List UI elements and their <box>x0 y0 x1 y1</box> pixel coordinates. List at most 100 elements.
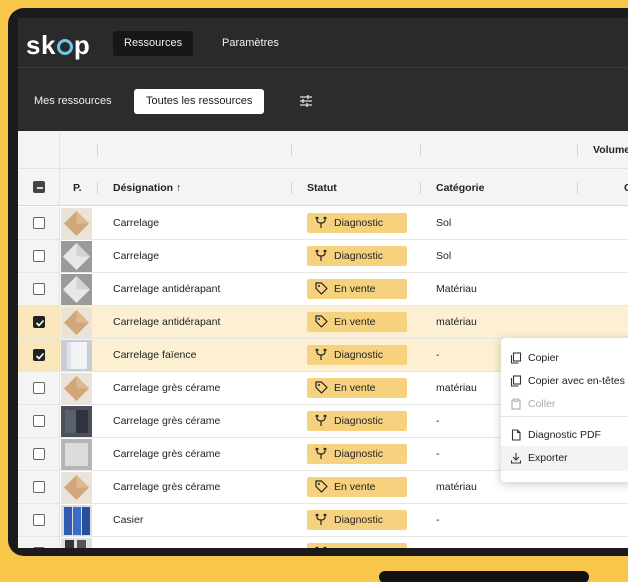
row-checkbox[interactable] <box>33 448 45 460</box>
app-screen: sk p Ressources Paramètres Mes ressources… <box>18 18 628 548</box>
home-indicator <box>379 571 589 582</box>
row-checkbox[interactable] <box>33 250 45 262</box>
cell-designation: Carrelage faïence <box>113 349 197 361</box>
row-checkbox[interactable] <box>33 316 45 328</box>
cell-designation: Carrelage antidérapant <box>113 283 221 295</box>
tab-toutes-ressources[interactable]: Toutes les ressources <box>134 89 265 114</box>
document-icon <box>511 429 521 441</box>
menu-label: Copier <box>528 352 559 364</box>
thumbnail-image <box>61 274 92 305</box>
table-row[interactable]: Carrelage antidérapant En vente Matériau <box>18 273 628 306</box>
thumbnail-image <box>61 439 92 470</box>
status-label: Diagnostic <box>334 514 384 526</box>
row-select-cell <box>18 537 60 548</box>
status-badge: Diagnostic <box>307 444 407 464</box>
cell-categorie: matériau <box>436 481 477 493</box>
row-select-cell <box>18 207 60 239</box>
column-header-statut[interactable]: Statut <box>307 182 337 194</box>
row-select-cell <box>18 339 60 371</box>
row-select-cell <box>18 471 60 503</box>
row-checkbox[interactable] <box>33 415 45 427</box>
group-header-row: Volume <box>18 131 628 169</box>
column-header-photo[interactable]: P. <box>73 182 82 194</box>
menu-divider <box>501 416 628 417</box>
select-all-checkbox[interactable] <box>33 181 45 193</box>
status-badge: Diagnostic <box>307 411 407 431</box>
cell-designation: Carrelage grès cérame <box>113 481 221 493</box>
cell-categorie: Sol <box>436 217 452 229</box>
header-separator <box>97 182 98 194</box>
menu-item-copier[interactable]: Copier <box>501 346 628 371</box>
menu-item-coller[interactable]: Coller <box>501 392 628 417</box>
table-row[interactable]: Carrelage Diagnostic Sol <box>18 207 628 240</box>
copy-icon <box>510 375 522 387</box>
status-badge: En vente <box>307 477 407 497</box>
cell-designation: Carrelage grès cérame <box>113 382 221 394</box>
status-label: En vente <box>334 382 376 394</box>
table-row[interactable]: Casier Diagnostic - <box>18 537 628 548</box>
cell-designation: Carrelage <box>113 217 160 229</box>
menu-item-diagnostic-pdf[interactable]: Diagnostic PDF <box>501 423 628 448</box>
nav-ressources[interactable]: Ressources <box>113 31 194 56</box>
cell-categorie: Matériau <box>436 283 477 295</box>
column-header-categorie[interactable]: Catégorie <box>436 182 484 194</box>
thumbnail-image <box>61 241 92 272</box>
row-checkbox[interactable] <box>33 481 45 493</box>
status-label: En vente <box>334 316 376 328</box>
sliders-icon[interactable] <box>298 94 314 108</box>
app-logo[interactable]: sk p <box>26 30 90 61</box>
thumbnail-image <box>61 406 92 437</box>
row-checkbox[interactable] <box>33 382 45 394</box>
status-badge: Diagnostic <box>307 246 407 266</box>
cell-designation: Carrelage grès cérame <box>113 448 221 460</box>
fork-icon <box>315 216 327 228</box>
table-row[interactable]: Carrelage Diagnostic Sol <box>18 240 628 273</box>
status-badge: En vente <box>307 312 407 332</box>
select-all-cell <box>18 169 60 206</box>
status-label: En vente <box>334 283 376 295</box>
status-badge: En vente <box>307 378 407 398</box>
header-separator <box>97 144 98 156</box>
device-clip: sk p Ressources Paramètres Mes ressources… <box>8 8 628 556</box>
header-separator <box>291 144 292 156</box>
cell-categorie: matériau <box>436 382 477 394</box>
top-bar: sk p Ressources Paramètres <box>18 18 628 68</box>
column-header-c[interactable]: C <box>624 182 628 194</box>
cell-designation: Carrelage antidérapant <box>113 316 221 328</box>
menu-item-copier-en-tetes[interactable]: Copier avec en-têtes <box>501 369 628 394</box>
thumbnail-image <box>61 505 92 536</box>
context-menu: Copier Copier avec en-têtes Coller Diagn… <box>501 338 628 482</box>
fork-icon <box>315 447 327 459</box>
row-checkbox[interactable] <box>33 514 45 526</box>
row-checkbox[interactable] <box>33 283 45 295</box>
row-checkbox[interactable] <box>33 217 45 229</box>
cell-categorie: - <box>436 514 440 526</box>
menu-item-exporter[interactable]: Exporter <box>501 446 628 471</box>
status-badge: Diagnostic <box>307 345 407 365</box>
row-checkbox[interactable] <box>33 349 45 361</box>
row-select-cell <box>18 405 60 437</box>
thumbnail-image <box>61 538 92 548</box>
fork-icon <box>315 249 327 261</box>
menu-label: Diagnostic PDF <box>528 429 601 441</box>
row-select-cell <box>18 240 60 272</box>
cell-designation: Casier <box>113 547 143 548</box>
copy-icon <box>510 352 522 364</box>
menu-label: Copier avec en-têtes <box>528 375 625 387</box>
table-row[interactable]: Casier Diagnostic - <box>18 504 628 537</box>
status-badge: Diagnostic <box>307 510 407 530</box>
download-icon <box>510 453 522 464</box>
cell-categorie: Sol <box>436 250 452 262</box>
row-select-cell <box>18 306 60 338</box>
status-label: Diagnostic <box>334 448 384 460</box>
header-separator <box>420 144 421 156</box>
table-row[interactable]: Carrelage antidérapant En vente matériau <box>18 306 628 339</box>
column-header-row: P. Désignation ↑ Statut Catégorie C <box>18 169 628 206</box>
menu-label: Exporter <box>528 452 568 464</box>
tab-mes-ressources[interactable]: Mes ressources <box>22 89 124 114</box>
header-separator <box>577 182 578 194</box>
nav-parametres[interactable]: Paramètres <box>211 31 290 56</box>
column-header-designation[interactable]: Désignation ↑ <box>113 182 181 194</box>
row-checkbox[interactable] <box>33 547 45 548</box>
cell-designation: Carrelage grès cérame <box>113 415 221 427</box>
